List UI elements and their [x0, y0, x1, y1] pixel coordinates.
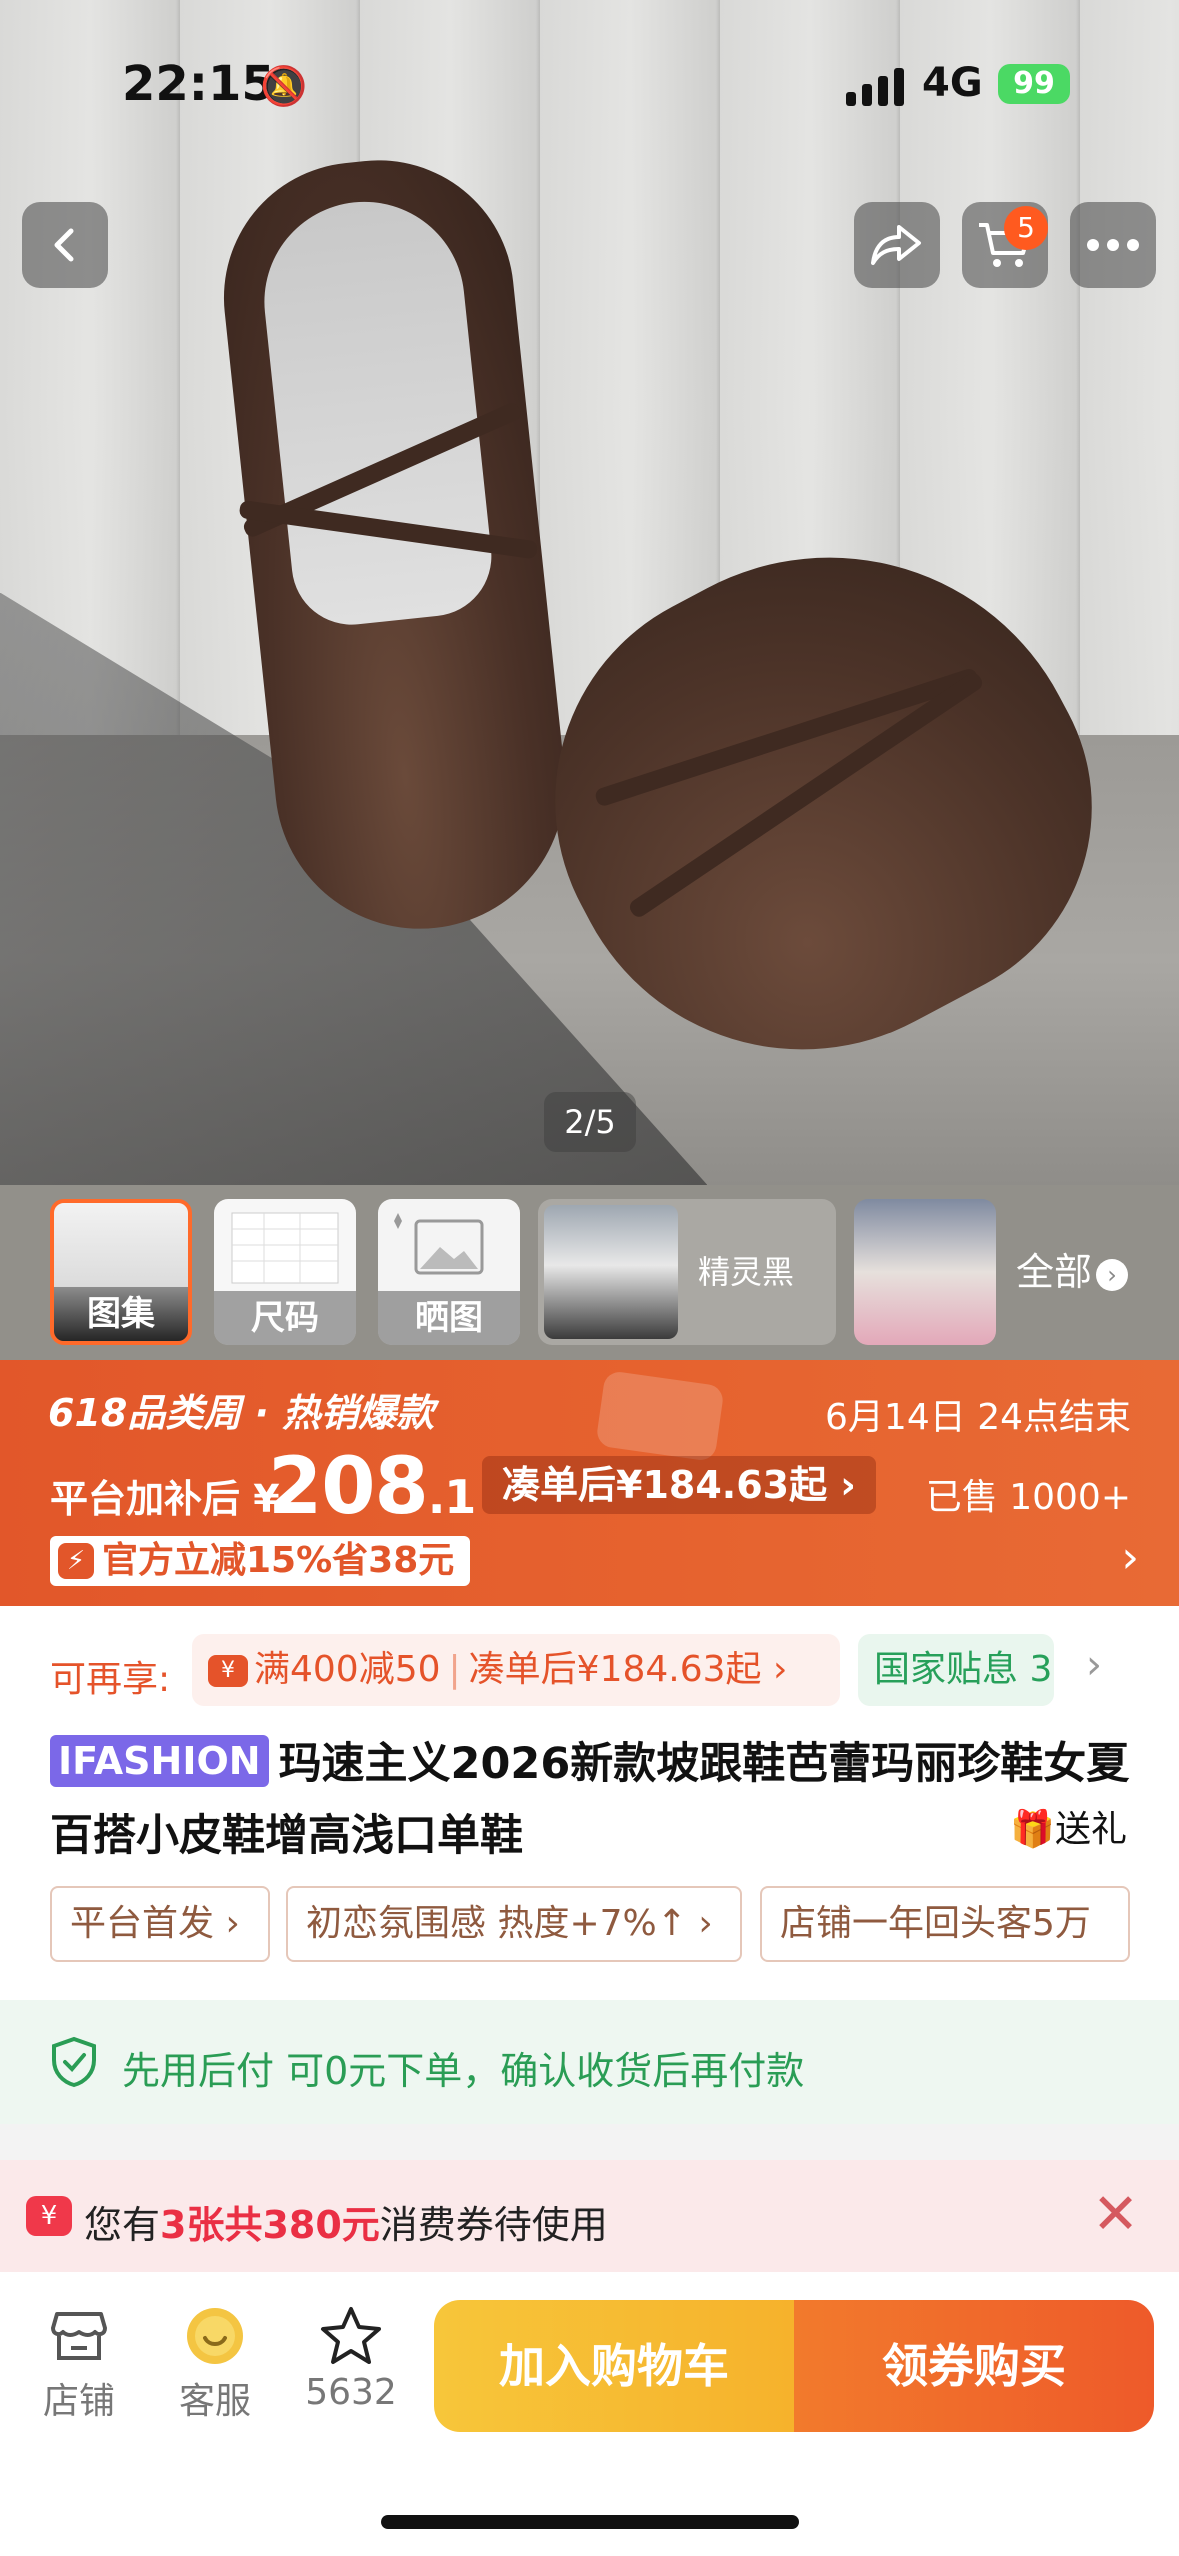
coupon-notice-text: 您有3张共380元消费券待使用: [84, 2194, 608, 2249]
pay-later-banner[interactable]: 先用后付 可0元下单，确认收货后再付款: [0, 2000, 1179, 2124]
divider: |: [448, 1649, 461, 1690]
variant-label: 精灵黑: [698, 1253, 795, 1291]
buy-with-coupon-button[interactable]: 领券购买: [794, 2300, 1154, 2432]
coupon-notice[interactable]: ¥ 您有3张共380元消费券待使用 ✕: [0, 2160, 1179, 2272]
thumb-label: 图集: [54, 1287, 188, 1341]
more-dots-icon: [1087, 239, 1139, 251]
pay-later-text: 先用后付 可0元下单，确认收货后再付款: [122, 2049, 805, 2093]
thumb-label: 尺码: [214, 1291, 356, 1345]
thumb-variant-black[interactable]: 精灵黑: [538, 1199, 836, 1345]
cart-count-badge: 5: [1004, 206, 1048, 250]
price-integer: 208: [268, 1442, 429, 1532]
shoe-insole: [254, 191, 498, 631]
extra-deal-chip[interactable]: ¥ 满400减50 | 凑单后¥184.63起 ›: [192, 1634, 840, 1706]
price-value: 208.1: [268, 1442, 476, 1532]
promo-banner[interactable]: 618品类周 · 热销爆款 6月14日 24点结束 平台加补后 ¥ 208.1 …: [0, 1360, 1179, 1606]
home-indicator[interactable]: [381, 2515, 799, 2529]
store-label: 店铺: [42, 2381, 115, 2422]
back-arrow-icon: [54, 228, 74, 262]
view-all-button[interactable]: 全部 ›: [1016, 1199, 1129, 1345]
notice-suffix: 消费券待使用: [379, 2203, 608, 2247]
store-button[interactable]: 店铺: [24, 2300, 134, 2424]
subsidy-chip[interactable]: 国家贴息 3: [858, 1634, 1054, 1706]
bottom-action-bar: 店铺 客服 5632 加入购物车 领券购买: [0, 2272, 1179, 2556]
customer-service-label: 客服: [178, 2381, 251, 2422]
view-all-label: 全部: [1016, 1250, 1093, 1294]
store-icon: [51, 2312, 107, 2360]
extra-deals-label: 可再享:: [50, 1659, 171, 1700]
status-time: 22:15: [122, 56, 275, 112]
combo-price-chip[interactable]: 凑单后¥184.63起 ›: [482, 1456, 876, 1514]
more-button[interactable]: [1070, 202, 1156, 288]
thumb-label: 晒图: [378, 1291, 520, 1345]
thumb-gallery[interactable]: 图集: [50, 1199, 192, 1345]
photo-icon: [394, 1213, 484, 1275]
notice-prefix: 您有: [84, 2203, 161, 2247]
customer-service-icon: [187, 2308, 243, 2364]
promo-end-time: 6月14日 24点结束: [825, 1397, 1131, 1438]
favorite-count: 5632: [305, 2372, 397, 2413]
notice-highlight: 3张共380元: [160, 2203, 380, 2247]
share-button[interactable]: [854, 202, 940, 288]
thumb-variant-next[interactable]: [854, 1199, 996, 1345]
size-chart-icon: [231, 1212, 339, 1284]
shopping-bag-decoration: [595, 1370, 725, 1462]
share-icon: [871, 225, 921, 265]
product-image-gallery[interactable]: 22:15 🔕 4G 99 5 2/5: [0, 0, 1179, 1185]
official-discount-tag: ⚡ 官方立减15%省38元: [50, 1536, 471, 1586]
lightning-icon: ⚡: [58, 1543, 94, 1579]
tag-repeat-customers[interactable]: 店铺一年回头客5万: [760, 1886, 1130, 1962]
shoe-strap: [593, 666, 980, 808]
status-bar: 22:15 🔕 4G 99: [0, 0, 1179, 170]
back-button[interactable]: [22, 202, 108, 288]
brand-badge: IFASHION: [50, 1735, 269, 1787]
signal-icon: [846, 66, 904, 106]
price-decimal: .1: [427, 1470, 476, 1524]
coupon-icon: ¥: [26, 2196, 72, 2236]
star-icon: [321, 2307, 381, 2364]
shield-check-icon: [52, 2036, 96, 2088]
network-type: 4G: [922, 60, 983, 106]
coupon-icon: ¥: [208, 1655, 248, 1687]
deal-combo: 凑单后¥184.63起 ›: [468, 1649, 788, 1690]
favorite-button[interactable]: 5632: [296, 2300, 406, 2413]
battery-icon: 99: [998, 64, 1070, 104]
product-title: IFASHION 玛速主义2026新款坡跟鞋芭蕾玛丽珍鞋女夏百搭小皮鞋增高浅口单鞋: [50, 1728, 1130, 1872]
gift-icon: 🎁: [1010, 1809, 1055, 1850]
official-discount-text: 官方立减15%省38元: [102, 1540, 455, 1581]
thumbnail-strip: 图集 尺码 晒图 精灵黑 全部 ›: [0, 1185, 1179, 1360]
thumb-size[interactable]: 尺码: [214, 1199, 356, 1345]
image-pager: 2/5: [544, 1092, 636, 1152]
price-label: 平台加补后 ¥: [50, 1477, 280, 1521]
chevron-right-icon[interactable]: ›: [1121, 1532, 1139, 1583]
gift-button[interactable]: 🎁送礼: [1010, 1800, 1127, 1852]
sold-count: 已售 1000+: [925, 1477, 1131, 1518]
customer-service-button[interactable]: 客服: [160, 2300, 270, 2424]
deal-threshold: 满400减50: [254, 1649, 441, 1690]
gift-label: 送礼: [1054, 1809, 1127, 1850]
chevron-right-icon[interactable]: ›: [1086, 1642, 1102, 1688]
shoe-strap: [626, 670, 986, 920]
tag-platform-first[interactable]: 平台首发 ›: [50, 1886, 270, 1962]
add-to-cart-button[interactable]: 加入购物车: [434, 2300, 794, 2432]
chevron-right-icon: ›: [1096, 1258, 1129, 1291]
thumb-reviews-photos[interactable]: 晒图: [378, 1199, 520, 1345]
close-icon[interactable]: ✕: [1092, 2182, 1139, 2247]
silent-bell-icon: 🔕: [260, 64, 308, 108]
tag-trend[interactable]: 初恋氛围感 热度+7%↑ ›: [286, 1886, 742, 1962]
variant-image: [544, 1205, 678, 1339]
product-info-card: 可再享: ¥ 满400减50 | 凑单后¥184.63起 › 国家贴息 3 › IFA…: [0, 1606, 1179, 2000]
promo-event-title: 618品类周 · 热销爆款: [48, 1391, 435, 1435]
